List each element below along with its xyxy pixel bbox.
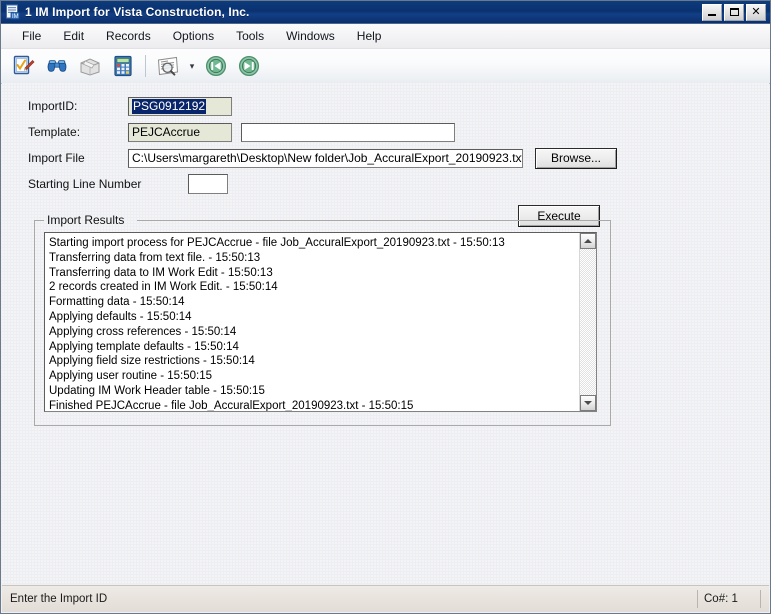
log-line: 2 records created in IM Work Edit. - 15:… (49, 281, 278, 294)
menu-item-edit[interactable]: Edit (52, 26, 95, 46)
import-id-input[interactable]: PSG0912192 (128, 96, 232, 116)
first-record-icon[interactable] (201, 51, 231, 81)
starting-line-number-input[interactable] (188, 174, 228, 194)
svg-text:IM: IM (12, 14, 19, 20)
document-import-icon: IM (5, 4, 21, 20)
starting-line-number-label: Starting Line Number (28, 177, 142, 191)
status-bar: Enter the Import ID Co#: 1 (2, 585, 769, 612)
import-id-value: PSG0912192 (132, 98, 207, 114)
menu-item-options[interactable]: Options (162, 26, 225, 46)
chevron-down-icon[interactable]: ▾ (186, 52, 198, 80)
import-id-label: ImportID: (28, 99, 78, 113)
template-input[interactable]: PEJCAccrue (128, 122, 232, 142)
chevron-down-icon (584, 401, 592, 405)
template-row: Template: PEJCAccrue (2, 122, 769, 142)
minimize-icon (708, 13, 716, 16)
log-line: Updating IM Work Header table - 15:50:15 (49, 384, 265, 397)
window-title: 1 IM Import for Vista Construction, Inc. (25, 5, 250, 19)
import-id-row: ImportID: PSG0912192 (2, 96, 769, 116)
import-results-listbox[interactable]: Starting import process for PEJCAccrue -… (44, 232, 597, 412)
edit-record-icon[interactable] (9, 51, 39, 81)
close-button[interactable]: ✕ (746, 3, 766, 21)
maximize-icon (729, 8, 739, 16)
log-line: Transferring data to IM Work Edit - 15:5… (49, 266, 273, 279)
browse-button-label: Browse... (550, 151, 601, 165)
log-line: Applying template defaults - 15:50:14 (49, 340, 239, 353)
preview-magnifier-icon[interactable] (153, 51, 183, 81)
log-line: Applying user routine - 15:50:15 (49, 370, 213, 383)
import-file-value: C:\Users\margareth\Desktop\New folder\Jo… (132, 150, 523, 165)
import-form: ImportID: PSG0912192 Template: PEJCAccru… (2, 83, 769, 230)
binoculars-find-icon[interactable] (42, 51, 72, 81)
import-file-row: Import File C:\Users\margareth\Desktop\N… (2, 147, 769, 169)
log-line: Starting import process for PEJCAccrue -… (49, 237, 505, 249)
toolbar: ▾ (1, 49, 770, 84)
next-record-icon[interactable] (234, 51, 264, 81)
maximize-button[interactable] (724, 3, 744, 21)
import-results-title: Import Results (47, 213, 125, 227)
menu-item-records[interactable]: Records (95, 26, 162, 46)
menu-item-help[interactable]: Help (346, 26, 393, 46)
minimize-button[interactable] (702, 3, 722, 21)
status-company: Co#: 1 (698, 590, 761, 608)
import-results-lines: Starting import process for PEJCAccrue -… (45, 233, 579, 411)
template-description-input[interactable] (241, 122, 455, 142)
scroll-down-button[interactable] (580, 395, 596, 411)
group-top-line-left (35, 220, 44, 221)
group-top-line-right (137, 220, 610, 221)
menu-item-tools[interactable]: Tools (225, 26, 275, 46)
window-controls: ✕ (702, 3, 768, 21)
template-value: PEJCAccrue (132, 124, 201, 139)
import-file-label: Import File (28, 151, 85, 165)
title-bar[interactable]: IM 1 IM Import for Vista Construction, I… (1, 1, 770, 24)
log-line: Applying cross references - 15:50:14 (49, 325, 237, 338)
log-line: Applying field size restrictions - 15:50… (49, 355, 255, 368)
close-icon: ✕ (751, 5, 761, 18)
log-line: Transferring data from text file. - 15:5… (49, 251, 261, 264)
scroll-up-button[interactable] (580, 233, 596, 249)
menu-item-file[interactable]: File (11, 26, 52, 46)
chevron-up-icon (584, 239, 592, 243)
client-area: ImportID: PSG0912192 Template: PEJCAccru… (2, 83, 769, 584)
results-vertical-scrollbar[interactable] (579, 233, 596, 411)
application-window: IM 1 IM Import for Vista Construction, I… (0, 0, 771, 614)
browse-button[interactable]: Browse... (535, 147, 617, 169)
log-line: Finished PEJCAccrue - file Job_AccuralEx… (49, 399, 414, 411)
menu-item-windows[interactable]: Windows (275, 26, 346, 46)
toolbar-separator (145, 55, 146, 77)
log-line: Formatting data - 15:50:14 (49, 296, 185, 309)
template-label: Template: (28, 125, 81, 139)
calculator-icon[interactable] (108, 51, 138, 81)
starting-line-number-row: Starting Line Number (2, 174, 769, 194)
status-message: Enter the Import ID (2, 590, 698, 608)
menu-bar: File Edit Records Options Tools Windows … (1, 24, 770, 49)
archive-box-icon[interactable] (75, 51, 105, 81)
import-results-group: Import Results Starting import process f… (34, 213, 611, 426)
import-file-input[interactable]: C:\Users\margareth\Desktop\New folder\Jo… (128, 148, 523, 168)
log-line: Applying defaults - 15:50:14 (49, 310, 192, 323)
